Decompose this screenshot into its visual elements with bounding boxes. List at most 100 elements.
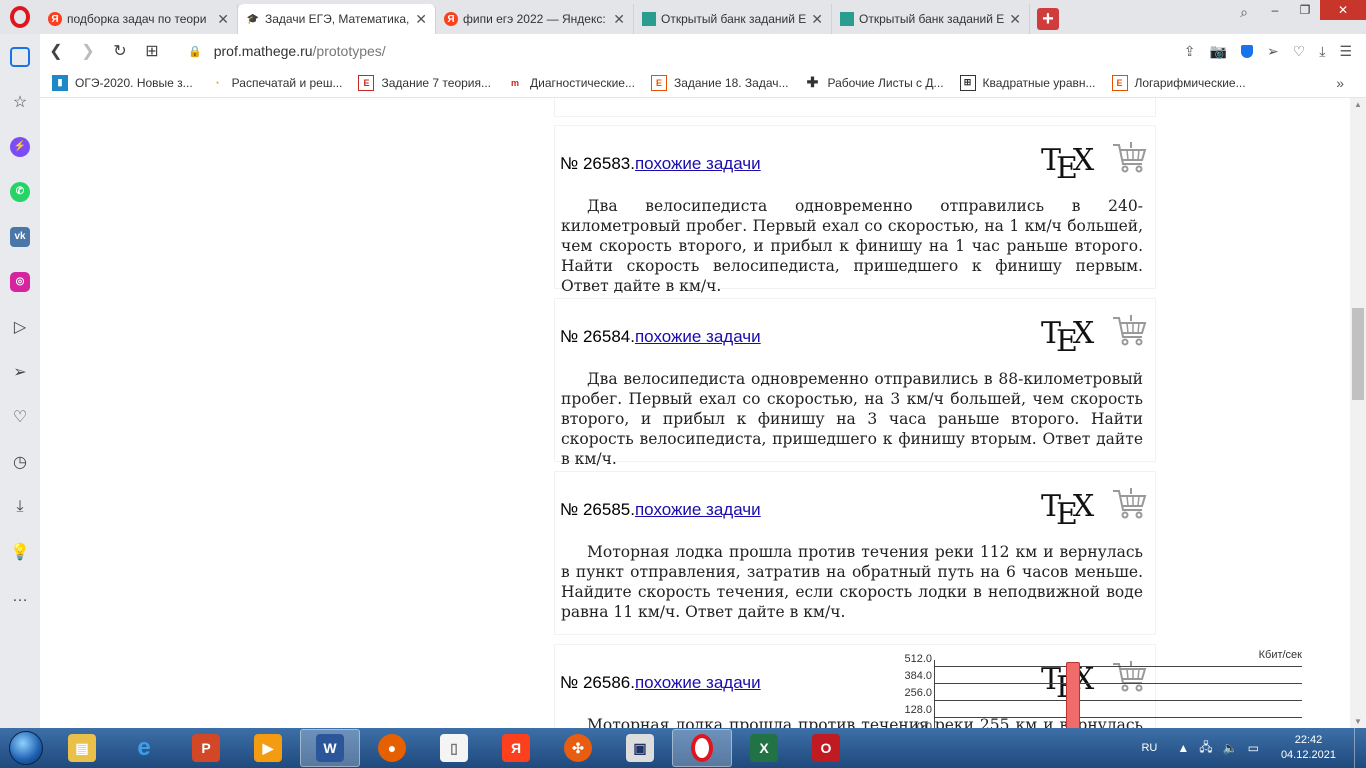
taskbar-vnc[interactable]: ▣	[610, 729, 670, 767]
tips-button[interactable]: 💡	[0, 529, 40, 574]
clock[interactable]: 22:42 04.12.2021	[1281, 733, 1336, 763]
url-field[interactable]: 🔒 prof.mathege.ru/prototypes/	[188, 43, 386, 59]
taskbar-opera[interactable]	[672, 729, 732, 767]
minimize-button[interactable]: –	[1260, 0, 1290, 20]
taskbar-ie[interactable]: e	[114, 729, 174, 767]
taskbar-media[interactable]: ✣	[548, 729, 608, 767]
bookmark-item[interactable]: Е Задание 18. Задач...	[650, 74, 789, 91]
close-tab-icon[interactable]: ✕	[811, 11, 823, 28]
similar-problems-link[interactable]: похожие задачи	[635, 154, 761, 173]
tabs-grid-button[interactable]: ⊞	[136, 41, 168, 61]
network-icon[interactable]: 🖧	[1199, 738, 1212, 759]
bookmark-label: Распечатай и реш...	[231, 75, 343, 90]
messenger-icon: ⚡	[10, 136, 30, 157]
bookmarks-more-icon[interactable]: »	[1336, 75, 1344, 91]
similar-problems-link[interactable]: похожие задачи	[635, 327, 761, 346]
camera-icon[interactable]: 📷	[1210, 43, 1227, 60]
taskbar-word[interactable]: W	[300, 729, 360, 767]
previous-card-bottom	[555, 98, 1155, 116]
download-icon[interactable]: ⤓	[1319, 43, 1325, 60]
plus-icon: +	[1037, 8, 1059, 30]
start-button[interactable]	[0, 728, 52, 768]
tray-arrow-icon[interactable]: ▲	[1177, 741, 1189, 755]
vertical-scrollbar[interactable]: ▲ ▼	[1350, 98, 1366, 728]
instagram-button[interactable]: ◎	[0, 259, 40, 304]
language-indicator[interactable]: RU	[1141, 742, 1157, 754]
taskbar-firefox[interactable]: ●	[362, 729, 422, 767]
whatsapp-button[interactable]: ✆	[0, 169, 40, 214]
send-button[interactable]: ➢	[0, 349, 40, 394]
book-icon: ▮	[52, 74, 68, 91]
history-button[interactable]: ◷	[0, 439, 40, 484]
close-tab-icon[interactable]: ✕	[613, 11, 625, 28]
firefox-icon: ●	[378, 734, 406, 762]
bookmark-item[interactable]: Е Логарифмические...	[1111, 74, 1246, 91]
taskbar-excel[interactable]: X	[734, 729, 794, 767]
bookmark-item[interactable]: Е Задание 7 теория...	[358, 74, 492, 91]
tab-2[interactable]: Я фипи егэ 2022 — Яндекс: н ✕	[436, 4, 634, 34]
vpn-shield-icon[interactable]	[1240, 44, 1253, 58]
close-tab-icon[interactable]: ✕	[1009, 11, 1021, 28]
url-path: /prototypes/	[312, 43, 386, 59]
cart-icon[interactable]	[1111, 140, 1147, 174]
bookmarks-star-button[interactable]: ☆	[0, 79, 40, 124]
bookmark-item[interactable]: ◔ Распечатай и реш...	[209, 75, 343, 91]
close-tab-icon[interactable]: ✕	[415, 11, 427, 28]
cart-icon[interactable]	[1111, 486, 1147, 520]
new-tab-button[interactable]: +	[1030, 4, 1066, 34]
taskbar-explorer[interactable]: ▤	[52, 729, 112, 767]
reload-button[interactable]: ↻	[104, 41, 136, 61]
forward-button[interactable]: ❯	[72, 41, 104, 61]
downloads-button[interactable]: ⤓	[0, 484, 40, 529]
tex-button[interactable]: TEX	[1041, 489, 1094, 532]
vk-button[interactable]: vk	[0, 214, 40, 259]
tab-1[interactable]: 🎓 Задачи ЕГЭ, Математика, п ✕	[238, 4, 436, 34]
problem-card: № 26585.похожие задачи TEX Моторная лодк…	[555, 472, 1155, 634]
problem-number: № 26584.	[560, 327, 635, 346]
bookmark-item[interactable]: ▮ ОГЭ-2020. Новые з...	[52, 74, 193, 91]
cart-icon[interactable]	[1111, 313, 1147, 347]
similar-problems-link[interactable]: похожие задачи	[635, 673, 761, 692]
favorites-button[interactable]: ♡	[0, 394, 40, 439]
speaker-icon[interactable]: 🔈	[1223, 741, 1238, 755]
tab-0[interactable]: Я подборка задач по теори ✕	[40, 4, 238, 34]
bookmark-item[interactable]: m Диагностические...	[507, 75, 635, 91]
show-desktop-button[interactable]	[1354, 728, 1366, 768]
bookmark-item[interactable]: ⊞ Квадратные уравн...	[959, 74, 1096, 91]
opera-gx-icon: O	[812, 734, 840, 762]
scroll-down-icon[interactable]: ▼	[1354, 717, 1362, 726]
tex-button[interactable]: TEX	[1041, 316, 1094, 359]
menu-icon[interactable]: ☰	[1339, 43, 1352, 60]
back-button[interactable]: ❮	[40, 41, 72, 61]
messenger-button[interactable]: ⚡	[0, 124, 40, 169]
taskbar-yandex[interactable]: Я	[486, 729, 546, 767]
tex-button[interactable]: TEX	[1041, 143, 1094, 186]
hat-icon: 🎓	[246, 13, 260, 25]
scroll-up-icon[interactable]: ▲	[1354, 100, 1362, 109]
scrollbar-thumb[interactable]	[1352, 308, 1364, 400]
similar-problems-link[interactable]: похожие задачи	[635, 500, 761, 519]
close-window-button[interactable]: ✕	[1320, 0, 1366, 20]
home-button[interactable]	[0, 34, 40, 79]
taskbar-powerpoint[interactable]: P	[176, 729, 236, 767]
bookmark-label: Задание 7 теория...	[381, 75, 492, 90]
tab-3[interactable]: Открытый банк заданий Е ✕	[634, 4, 832, 34]
netmeter-tick-label: 384.0	[904, 670, 932, 682]
battery-icon[interactable]: ▭	[1248, 741, 1259, 755]
taskbar-media-player[interactable]: ▶	[238, 729, 298, 767]
more-button[interactable]: …	[0, 574, 40, 619]
taskbar-notepad[interactable]: ▯	[424, 729, 484, 767]
maximize-button[interactable]: ❐	[1290, 0, 1320, 20]
send-page-icon[interactable]: ➢	[1267, 43, 1279, 60]
share-icon[interactable]: ⇪	[1184, 43, 1196, 60]
player-button[interactable]: ▷	[0, 304, 40, 349]
taskbar-opera-gx[interactable]: O	[796, 729, 856, 767]
heart-icon[interactable]: ♡	[1293, 43, 1306, 60]
bookmark-item[interactable]: ✚ Рабочие Листы с Д...	[805, 74, 944, 91]
netmeter-gridline	[934, 700, 1302, 701]
tab-search-icon[interactable]: ⌕	[1240, 4, 1248, 21]
opera-menu-button[interactable]	[0, 0, 40, 34]
tab-4[interactable]: Открытый банк заданий Е ✕	[832, 4, 1030, 34]
close-tab-icon[interactable]: ✕	[217, 11, 229, 28]
bookmark-label: Рабочие Листы с Д...	[827, 75, 944, 90]
